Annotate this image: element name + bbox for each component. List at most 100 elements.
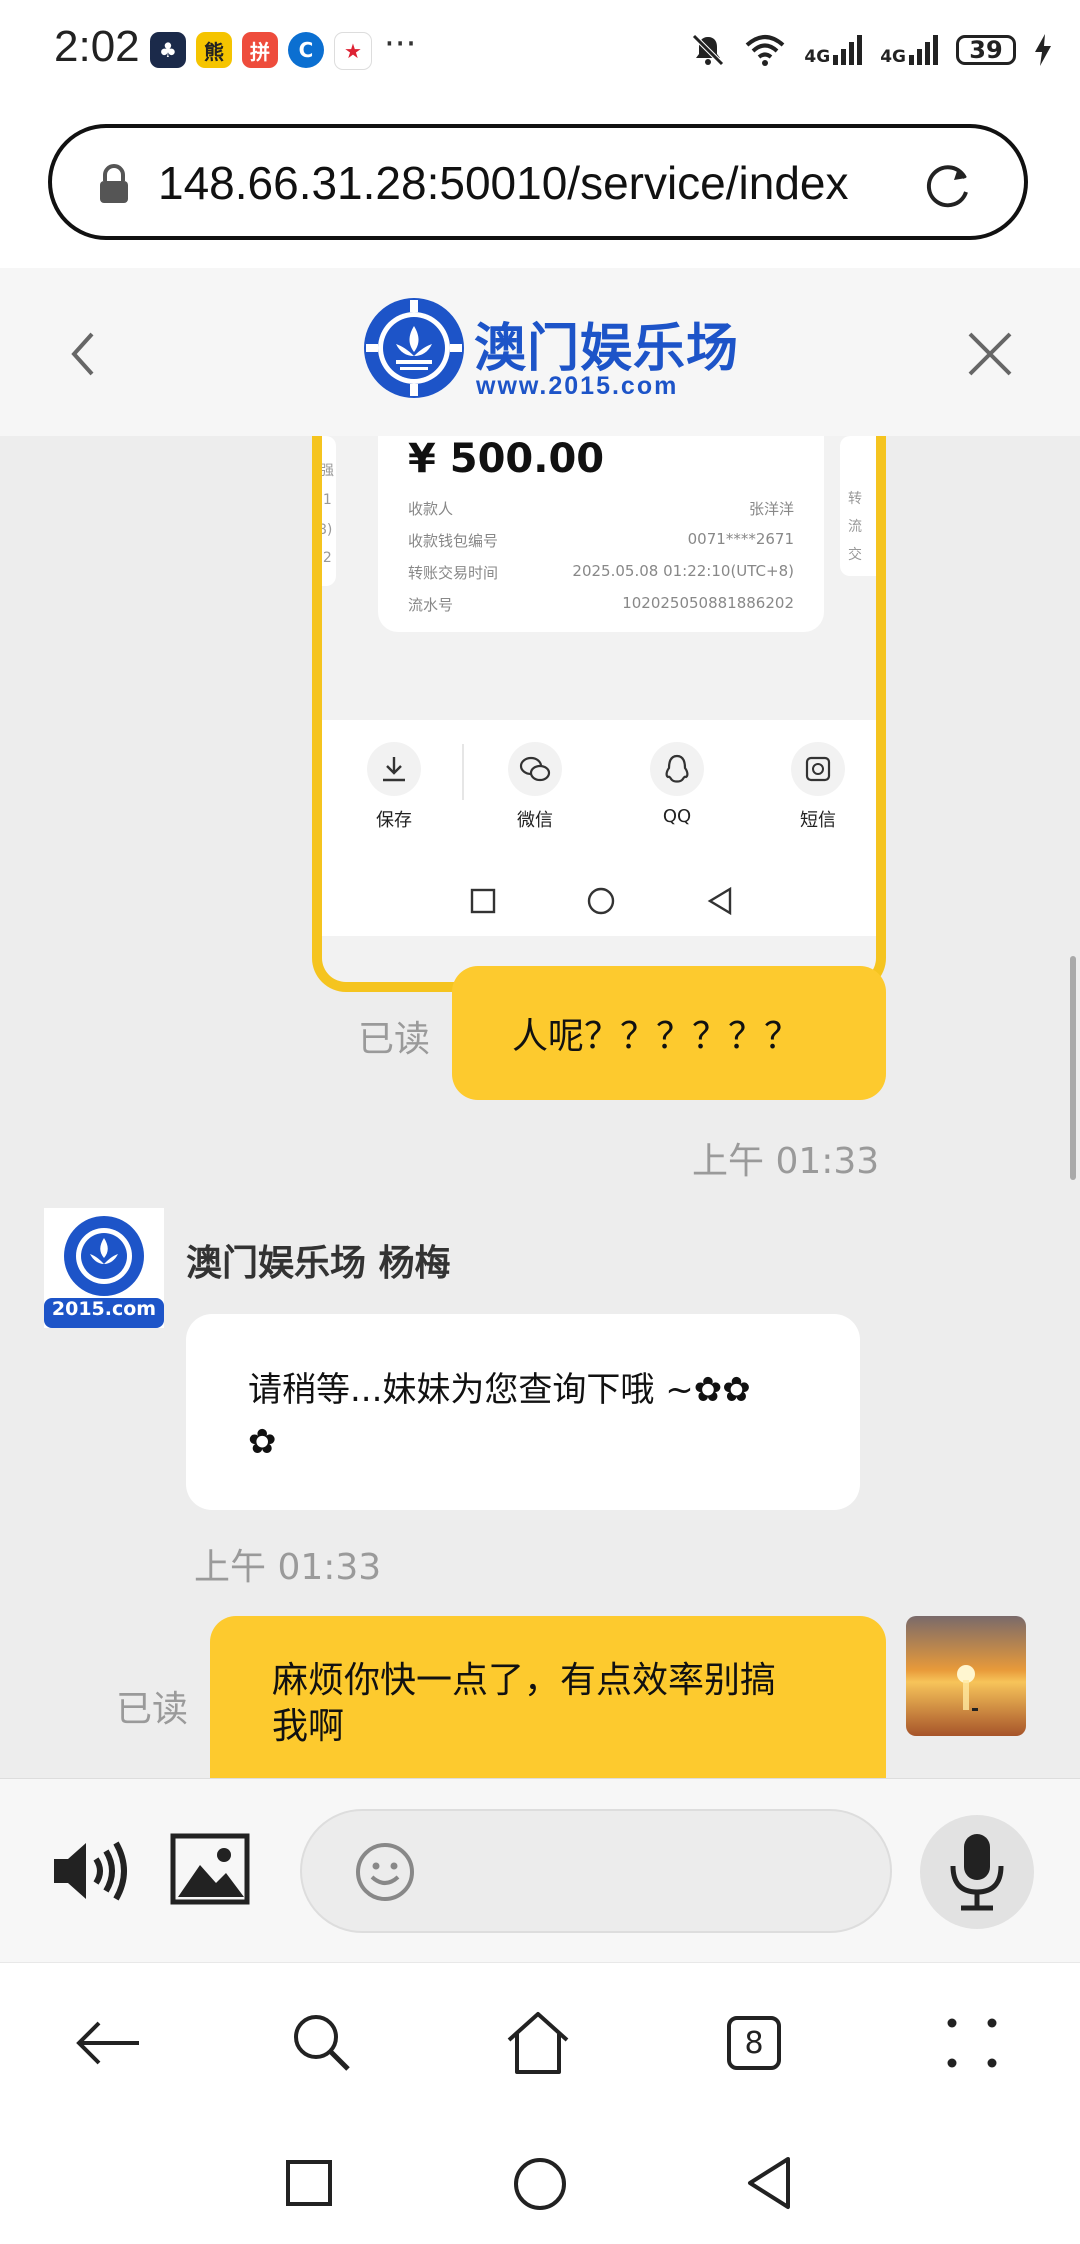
message-input[interactable]: [300, 1809, 892, 1933]
share-label: QQ: [662, 806, 692, 827]
sender-name: 澳门娱乐场 杨梅: [186, 1243, 451, 1284]
cell-signal-2-icon: 4G: [880, 35, 938, 66]
wechat-icon: [519, 756, 551, 782]
browser-back-button[interactable]: [68, 2003, 148, 2083]
receipt-amount: ¥ 500.00: [408, 436, 605, 482]
share-bar: 保存 微信 QQ 短信: [322, 720, 876, 866]
read-receipt: 已读: [116, 1689, 189, 1730]
message-timestamp: 上午 01:33: [692, 1141, 880, 1182]
peek-text: 强: [320, 463, 334, 479]
chat-input-bar: [0, 1778, 1080, 1963]
avatar-text: 2015.com: [51, 1298, 157, 1320]
site-logo-emblem-icon: [364, 298, 464, 398]
app-icon-2: 熊: [196, 32, 232, 68]
site-logo-title: 澳门娱乐场: [474, 318, 740, 379]
chat-area[interactable]: 强 71 8) 02 转 流 交 ¥ 500.00 收款人 张洋洋 收款钱包编号…: [0, 436, 1080, 1778]
app-icon-5: ★: [334, 32, 372, 70]
mute-bell-icon: [692, 34, 725, 66]
app-icon-1: ♣: [150, 32, 186, 68]
read-receipt: 已读: [358, 1019, 431, 1060]
image-picker-icon[interactable]: [170, 1833, 250, 1905]
cell-signal-1-icon: 4G: [804, 35, 863, 66]
receipt-row-label: 收款人: [408, 500, 454, 518]
close-icon[interactable]: [966, 330, 1014, 378]
app-icon-3: 拼: [242, 32, 278, 68]
message-text: ✿: [248, 1422, 277, 1462]
back-chevron-icon[interactable]: [66, 330, 100, 378]
receipt-card: ¥ 500.00 收款人 张洋洋 收款钱包编号 0071****2671 转账交…: [378, 436, 824, 632]
message-text: 人呢？？？？？？: [512, 1016, 801, 1057]
browser-toolbar: 8: [0, 1962, 1080, 2113]
user-avatar[interactable]: [906, 1616, 1026, 1736]
share-save: 保存: [349, 742, 439, 832]
divider: [462, 744, 464, 800]
triangle-back-icon: [707, 886, 732, 916]
voice-toggle-icon[interactable]: [50, 1835, 130, 1907]
peek-text: 71: [314, 492, 332, 508]
peek-text: 8): [318, 522, 333, 538]
agent-avatar[interactable]: 2015.com: [44, 1208, 164, 1328]
home-button[interactable]: [498, 2003, 578, 2083]
sms-icon: [805, 756, 831, 782]
message-bubble-agent[interactable]: 请稍等...妹妹为您查询下哦 ~✿✿ ✿: [186, 1314, 860, 1510]
message-text: 我啊: [272, 1706, 345, 1747]
share-label: 微信: [517, 810, 553, 831]
lock-icon: [100, 164, 128, 203]
site-logo-url: www.2015.com: [476, 372, 679, 400]
wifi-icon: [746, 35, 785, 66]
search-button[interactable]: [282, 2003, 362, 2083]
right-peek-card: 转 流 交: [840, 436, 876, 576]
receipt-row-label: 收款钱包编号: [408, 532, 499, 550]
home-icon: [507, 2012, 569, 2074]
share-label: 保存: [376, 810, 412, 831]
reload-icon[interactable]: [920, 158, 974, 212]
receipt-row-value: 102025050881886202: [622, 594, 794, 612]
status-right: 4G 4G 39: [690, 28, 1052, 72]
square-icon: [470, 888, 496, 914]
scrollbar-thumb[interactable]: [1070, 956, 1076, 1180]
charging-icon: [1035, 34, 1051, 66]
share-label: 短信: [800, 810, 836, 831]
share-sms: 短信: [773, 742, 863, 832]
peek-text: 转: [848, 491, 862, 507]
voice-record-button[interactable]: [920, 1815, 1034, 1929]
arrow-left-icon: [76, 2021, 139, 2065]
tabs-button[interactable]: 8: [714, 2003, 794, 2083]
search-icon: [294, 2015, 350, 2071]
peek-text: 02: [314, 550, 332, 566]
qq-icon: [665, 754, 689, 783]
receipt-row-value: 0071****2671: [687, 530, 794, 548]
left-peek-card: 强 71 8) 02: [314, 436, 336, 586]
shared-receipt-image[interactable]: 强 71 8) 02 转 流 交 ¥ 500.00 收款人 张洋洋 收款钱包编号…: [312, 436, 886, 992]
share-qq: QQ: [632, 742, 722, 827]
more-notifications-icon: ···: [384, 24, 417, 64]
message-bubble-self[interactable]: 麻烦你快一点了，有点效率别搞 我啊: [210, 1616, 886, 1778]
receipt-row-value: 张洋洋: [748, 500, 794, 518]
circle-icon: [587, 887, 615, 915]
peek-text: 交: [848, 547, 862, 563]
status-bar: 2:02 ♣ 熊 拼 C ★ ··· 4G 4G 39: [0, 0, 1080, 100]
message-text: 请稍等...妹妹为您查询下哦 ~✿✿: [248, 1370, 751, 1410]
share-wechat: 微信: [490, 742, 580, 832]
tab-count: 8: [727, 2016, 781, 2070]
download-icon: [383, 757, 405, 782]
battery-icon: 39: [956, 35, 1016, 65]
message-bubble-self[interactable]: 人呢？？？？？？: [452, 966, 886, 1100]
status-time: 2:02: [54, 22, 140, 71]
emoji-icon[interactable]: [354, 1841, 416, 1903]
menu-button[interactable]: [932, 2003, 1012, 2083]
microphone-icon: [950, 1834, 1004, 1911]
receipt-row-value: 2025.05.08 01:22:10(UTC+8): [572, 562, 794, 580]
receipt-row-label: 流水号: [408, 596, 454, 614]
url-text[interactable]: 148.66.31.28:50010/service/index: [158, 156, 849, 210]
back-triangle-icon[interactable]: [744, 2154, 794, 2212]
recents-square-icon[interactable]: [284, 2158, 334, 2208]
receipt-row-label: 转账交易时间: [408, 564, 499, 582]
peek-text: 流: [848, 519, 862, 535]
app-icon-4: C: [288, 32, 324, 68]
home-circle-icon[interactable]: [512, 2156, 568, 2212]
message-timestamp: 上午 01:33: [194, 1547, 382, 1588]
address-bar[interactable]: 148.66.31.28:50010/service/index: [48, 124, 1028, 240]
menu-dots-icon: [947, 2018, 997, 2068]
sunset-avatar-icon: [906, 1616, 1026, 1736]
